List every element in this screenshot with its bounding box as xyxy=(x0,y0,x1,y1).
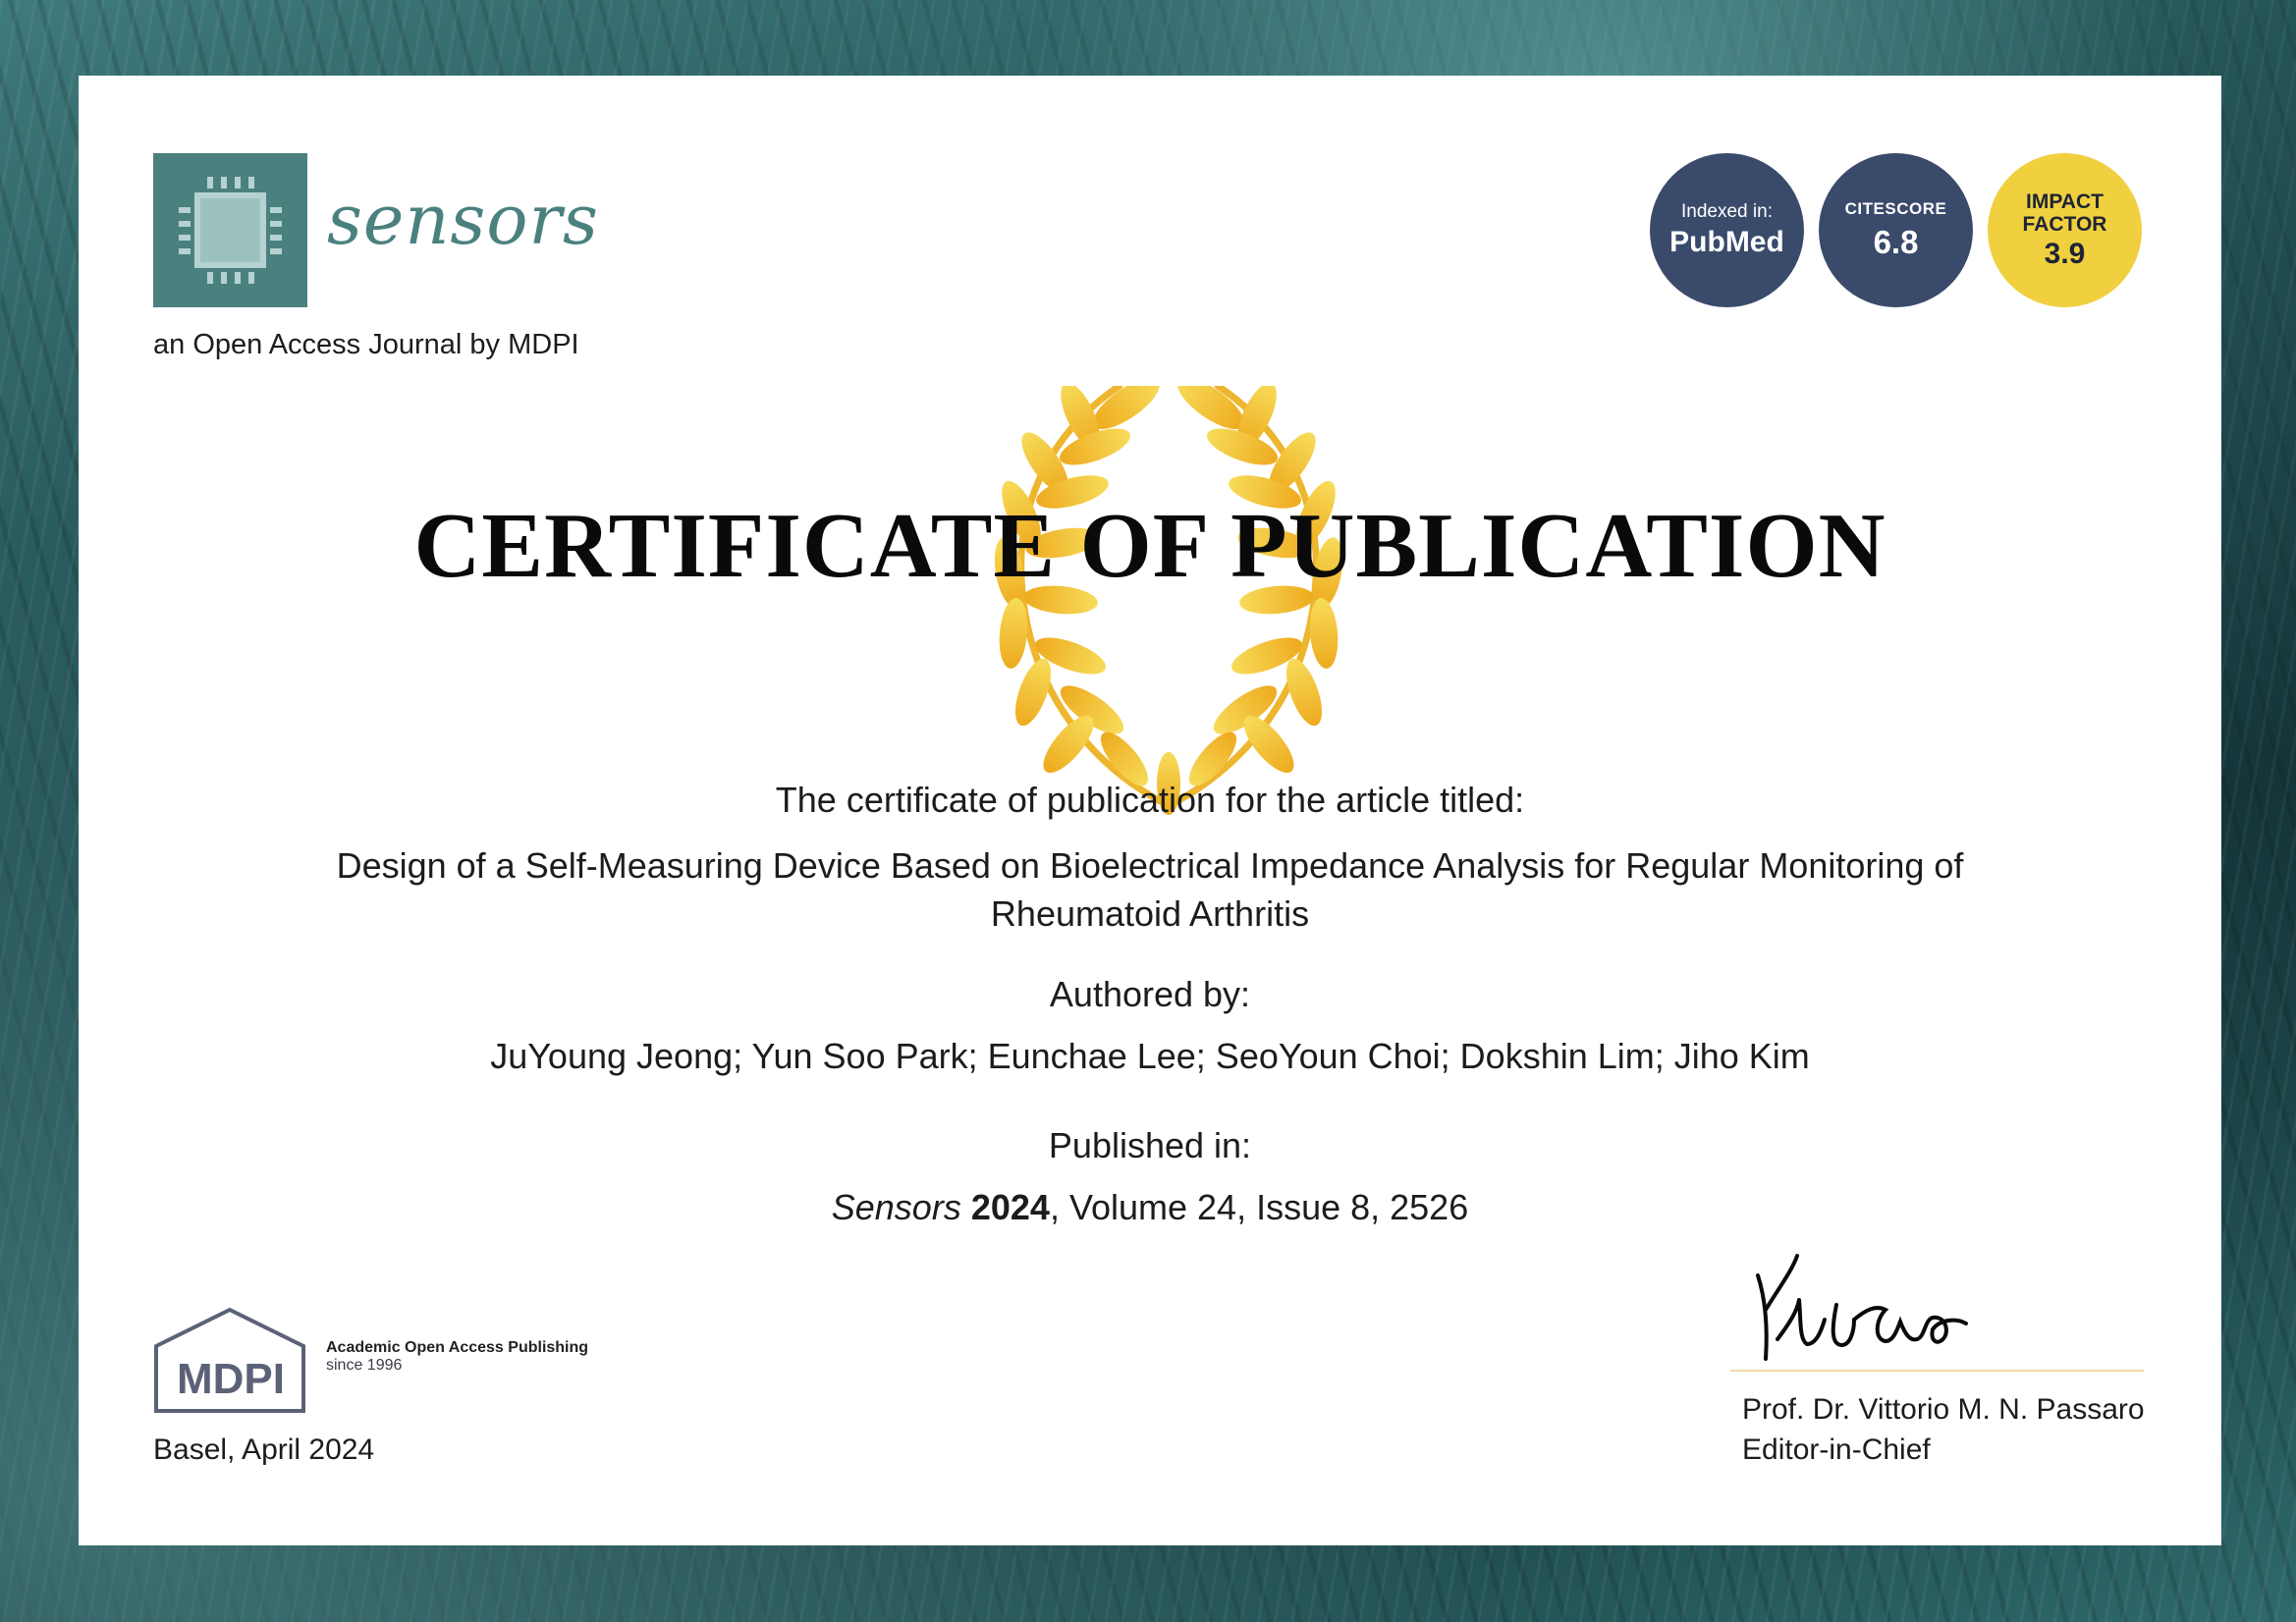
publication-journal: Sensors xyxy=(831,1187,961,1227)
publication-year: 2024 xyxy=(970,1187,1050,1227)
published-in-label: Published in: xyxy=(1048,1125,1252,1165)
certificate-title: CERTIFICATE OF PUBLICATION xyxy=(413,495,1886,597)
citescore-badge: CITESCORE 6.8 xyxy=(1819,153,1973,307)
author-list: JuYoung Jeong; Yun Soo Park; Eunchae Lee… xyxy=(490,1036,1810,1076)
indexed-value: PubMed xyxy=(1669,226,1784,259)
signer-name: Prof. Dr. Vittorio M. N. Passaro xyxy=(1742,1393,2145,1426)
signature-line xyxy=(1730,1370,2144,1372)
impact-factor-badge: IMPACT FACTOR 3.9 xyxy=(1988,153,2142,307)
editor-signature xyxy=(1756,1254,1968,1361)
journal-tagline: an Open Access Journal by MDPI xyxy=(153,329,579,360)
journal-logo xyxy=(153,153,307,307)
citescore-label: CITESCORE xyxy=(1844,199,1947,218)
impact-label-line1: IMPACT xyxy=(2026,189,2104,213)
indexed-label: Indexed in: xyxy=(1681,200,1773,222)
publisher-tagline: Academic Open Access Publishing since 19… xyxy=(326,1339,588,1376)
publisher-since: since 1996 xyxy=(326,1357,403,1375)
place-date: Basel, April 2024 xyxy=(153,1433,375,1466)
mdpi-logo-icon: MDPI xyxy=(154,1307,305,1413)
certificate-card: sensors an Open Access Journal by MDPI I… xyxy=(79,76,2221,1545)
laurel-wreath-icon xyxy=(962,386,1375,815)
microchip-icon xyxy=(179,177,282,284)
publication-info: Sensors 2024, Volume 24, Issue 8, 2526 xyxy=(79,1187,2221,1228)
authored-by-label: Authored by: xyxy=(1049,974,1251,1014)
citescore-value: 6.8 xyxy=(1873,223,1919,260)
publication-details: , Volume 24, Issue 8, 2526 xyxy=(1049,1187,1469,1227)
article-title: Design of a Self-Measuring Device Based … xyxy=(336,845,1964,935)
publisher-tagline-main: Academic Open Access Publishing xyxy=(326,1339,589,1356)
signer-block: Prof. Dr. Vittorio M. N. Passaro Editor-… xyxy=(1742,1389,2145,1471)
mdpi-logo-text: MDPI xyxy=(177,1355,285,1403)
signer-role: Editor-in-Chief xyxy=(1742,1433,1931,1467)
impact-value: 3.9 xyxy=(2044,238,2086,271)
impact-label-line2: FACTOR xyxy=(2022,213,2107,236)
journal-name: sensors xyxy=(327,180,599,260)
intro-text: The certificate of publication for the a… xyxy=(775,780,1525,820)
pubmed-badge: Indexed in: PubMed xyxy=(1650,153,1804,307)
